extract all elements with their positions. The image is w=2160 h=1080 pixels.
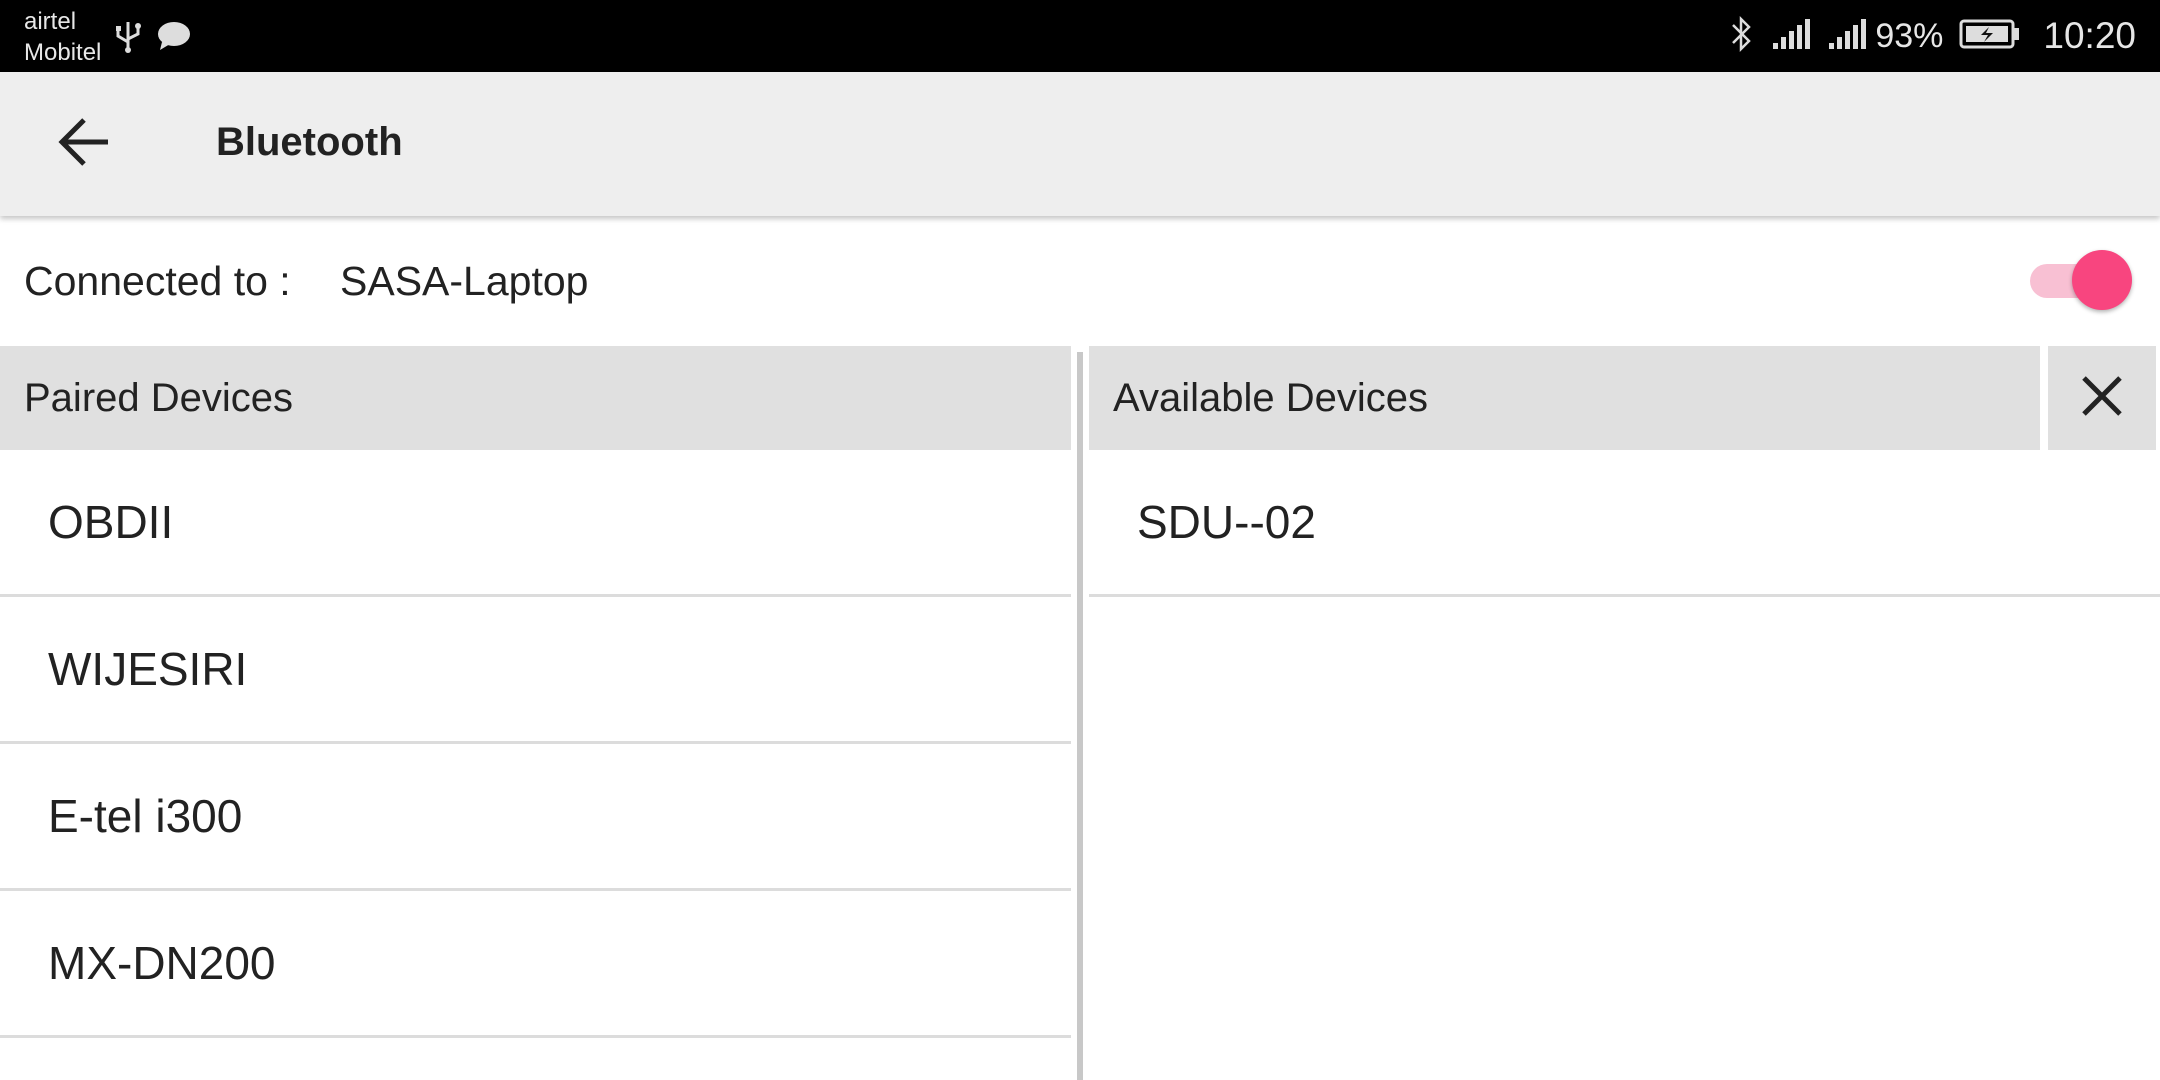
carrier-names: airtel Mobitel [24,6,101,68]
battery-percent: 93% [1875,16,1944,55]
panel-divider [1077,352,1083,1080]
paired-devices-header: Paired Devices [0,346,1071,450]
available-devices-list: SDU--02 [1089,450,2160,597]
carrier-1: airtel [24,8,77,35]
carrier-2: Mobitel [24,39,102,66]
message-icon [156,20,192,57]
close-button[interactable] [2048,346,2156,450]
close-icon [2078,372,2126,425]
status-bar: airtel Mobitel 93% 10:20 [0,0,2160,72]
available-header-row: Available Devices [1089,346,2160,450]
paired-device-item[interactable]: MX-DN200 [0,891,1071,1038]
back-button[interactable] [44,114,124,174]
notification-icons [114,18,192,59]
signal-icon [1771,17,1811,56]
bluetooth-status-icon [1729,15,1755,58]
connected-label: Connected to : [24,258,291,304]
page-title: Bluetooth [216,120,403,164]
bluetooth-toggle[interactable] [2028,250,2132,310]
app-bar: Bluetooth [0,72,2160,216]
toggle-thumb [2072,250,2132,310]
paired-device-item[interactable]: E-tel i300 [0,744,1071,891]
paired-device-item[interactable]: WIJESIRI [0,597,1071,744]
status-right: 93% 10:20 [1729,0,2136,72]
available-devices-panel: Available Devices SDU--02 [1089,346,2160,1080]
paired-devices-panel: Paired Devices OBDII WIJESIRI E-tel i300… [0,346,1071,1080]
connection-status-row: Connected to : SASA-Laptop [0,216,2160,346]
usb-icon [114,18,142,59]
arrow-back-icon [56,116,112,173]
connected-device-name: SASA-Laptop [340,258,589,304]
available-devices-header: Available Devices [1089,346,2040,450]
signal-icon [1827,17,1867,56]
paired-devices-list: OBDII WIJESIRI E-tel i300 MX-DN200 [0,450,1071,1038]
clock: 10:20 [2043,15,2136,56]
battery-charging-icon [1959,18,2021,55]
paired-device-item[interactable]: OBDII [0,450,1071,597]
available-device-item[interactable]: SDU--02 [1089,450,2160,597]
